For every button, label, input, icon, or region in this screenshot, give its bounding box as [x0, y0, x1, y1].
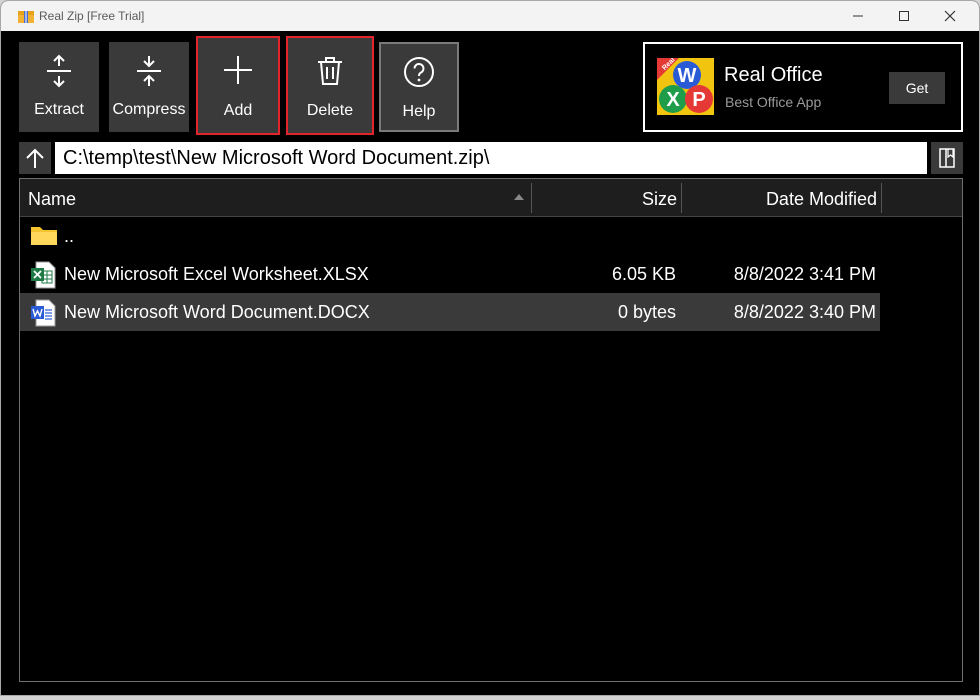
list-header: Name Size Date Modified: [20, 179, 962, 217]
file-date: 8/8/2022 3:41 PM: [733, 264, 876, 284]
list-item-parent-folder[interactable]: ..: [20, 217, 880, 255]
extract-button[interactable]: Extract: [19, 42, 99, 132]
close-icon: [944, 10, 956, 22]
up-folder-button[interactable]: [19, 142, 51, 174]
help-label: Help: [402, 103, 436, 120]
maximize-button[interactable]: [881, 1, 927, 31]
file-name: New Microsoft Word Document.DOCX: [64, 302, 370, 322]
path-input[interactable]: [55, 142, 927, 174]
archive-app-icon: [18, 9, 34, 23]
file-list[interactable]: Name Size Date Modified .. New Microsoft…: [19, 178, 963, 682]
column-header-size[interactable]: Size: [532, 179, 677, 216]
file-size: 6.05 KB: [611, 264, 676, 284]
trash-icon: [318, 57, 342, 85]
folder-icon: [31, 227, 57, 245]
svg-text:X: X: [666, 89, 680, 111]
plus-icon: [224, 56, 252, 84]
help-button[interactable]: Help: [379, 42, 459, 132]
extract-label: Extract: [34, 101, 84, 118]
compress-label: Compress: [112, 101, 186, 118]
list-item-excel[interactable]: New Microsoft Excel Worksheet.XLSX 6.05 …: [20, 255, 880, 293]
app-window: Real Zip [Free Trial] Extract Compress A…: [0, 0, 980, 696]
svg-text:P: P: [692, 89, 705, 111]
minimize-button[interactable]: [835, 1, 881, 31]
add-button[interactable]: Add: [196, 36, 280, 135]
extract-icon: [47, 54, 71, 88]
close-button[interactable]: [927, 1, 973, 31]
real-office-logo: W X P Real: [657, 58, 714, 115]
delete-label: Delete: [306, 102, 354, 119]
window-title: Real Zip [Free Trial]: [39, 9, 145, 23]
column-divider[interactable]: [881, 183, 882, 213]
title-bar[interactable]: Real Zip [Free Trial]: [1, 1, 979, 31]
ad-banner[interactable]: W X P Real Real Office Best Office App G…: [643, 42, 963, 132]
minimize-icon: [853, 15, 863, 17]
word-file-icon: [31, 299, 56, 327]
maximize-icon: [899, 11, 909, 21]
file-name: New Microsoft Excel Worksheet.XLSX: [64, 264, 369, 284]
list-item-word[interactable]: New Microsoft Word Document.DOCX 0 bytes…: [20, 293, 880, 331]
sort-asc-icon: [514, 194, 524, 200]
file-size: 0 bytes: [617, 302, 676, 322]
delete-button[interactable]: Delete: [286, 36, 374, 135]
ad-subtitle: Best Office App: [725, 94, 822, 110]
column-header-name[interactable]: Name: [28, 179, 76, 216]
get-button[interactable]: Get: [889, 72, 945, 104]
file-name: ..: [64, 226, 75, 246]
bookmark-button[interactable]: [931, 142, 963, 174]
svg-text:W: W: [678, 65, 697, 87]
add-label: Add: [223, 102, 253, 119]
help-icon: [404, 57, 434, 87]
compress-icon: [137, 56, 161, 86]
excel-file-icon: [31, 261, 56, 289]
book-icon: [939, 148, 955, 168]
arrow-up-icon: [26, 148, 44, 168]
ad-title: Real Office: [724, 64, 823, 86]
file-date: 8/8/2022 3:40 PM: [733, 302, 876, 322]
column-header-date[interactable]: Date Modified: [682, 179, 877, 216]
compress-button[interactable]: Compress: [109, 42, 189, 132]
